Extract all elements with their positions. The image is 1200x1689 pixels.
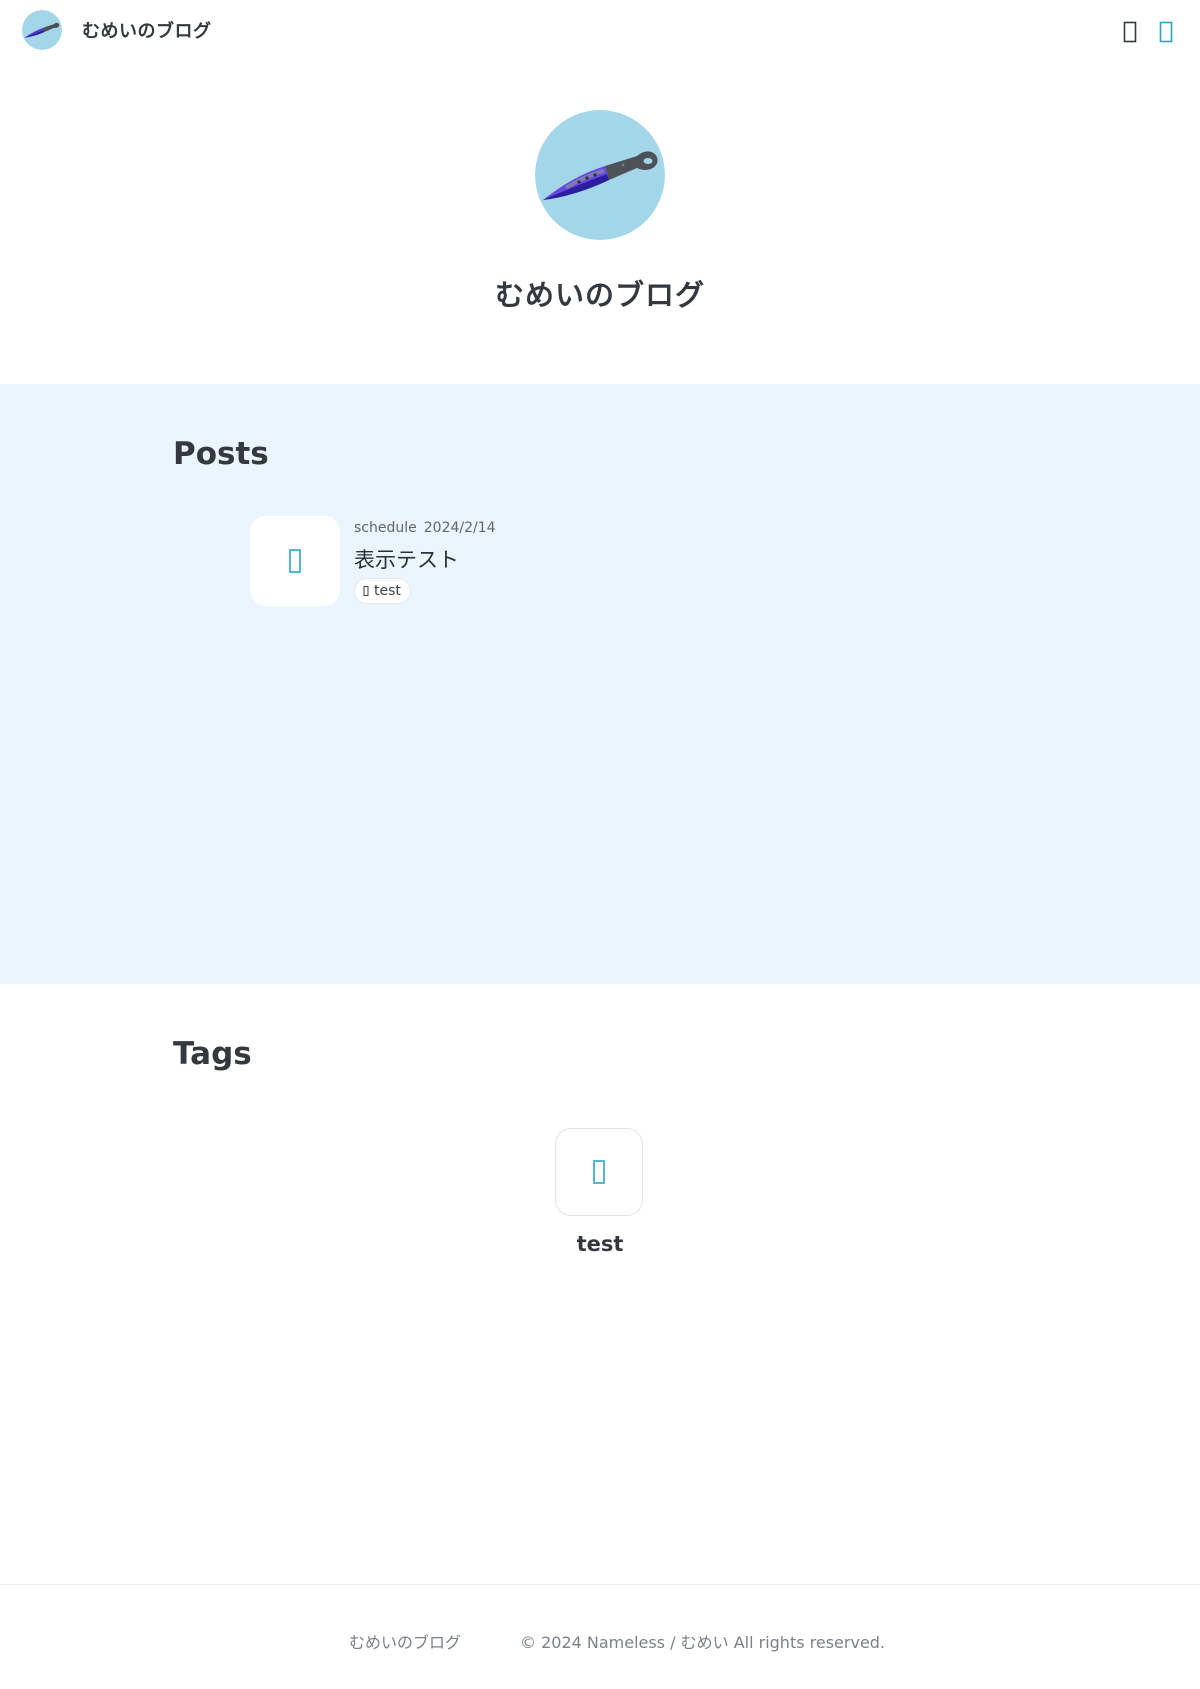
post-card[interactable]: schedule 2024/2/14 表示テスト test [250, 516, 650, 608]
tags-section: Tags test [0, 984, 1200, 1584]
site-title: むめいのブログ [82, 21, 212, 42]
document-icon [289, 549, 301, 573]
header-actions [1122, 20, 1174, 44]
tags-heading: Tags [173, 1036, 252, 1072]
search-icon[interactable] [1122, 20, 1138, 44]
knife-avatar-icon [22, 10, 62, 50]
tag-label: test [576, 1232, 624, 1256]
posts-heading: Posts [173, 436, 269, 472]
hero: むめいのブログ [0, 64, 1200, 384]
tag-icon [363, 586, 369, 596]
post-tag-label: test [374, 583, 401, 599]
post-category: schedule [354, 520, 417, 536]
site-footer: むめいのブログ © 2024 Nameless / むめい All rights… [0, 1584, 1200, 1689]
tag-card-icon-box [555, 1128, 643, 1216]
posts-section: Posts schedule 2024/2/14 表示テスト test [0, 384, 1200, 984]
page-title: むめいのブログ [494, 278, 705, 312]
footer-copyright: © 2024 Nameless / むめい All rights reserve… [520, 1633, 886, 1652]
knife-avatar-icon [535, 110, 665, 240]
post-date: 2024/2/14 [423, 520, 496, 536]
post-title: 表示テスト [354, 548, 459, 572]
site-header: むめいのブログ [0, 0, 1200, 64]
footer-site-name[interactable]: むめいのブログ [349, 1629, 461, 1653]
theme-toggle-icon[interactable] [1158, 20, 1174, 44]
home-link[interactable]: むめいのブログ [22, 10, 212, 50]
tag-icon [593, 1160, 605, 1184]
post-tag-chip[interactable]: test [354, 578, 411, 604]
post-thumbnail [250, 516, 340, 606]
post-meta: schedule 2024/2/14 [354, 520, 496, 536]
avatar [22, 10, 62, 50]
hero-avatar [535, 110, 665, 240]
